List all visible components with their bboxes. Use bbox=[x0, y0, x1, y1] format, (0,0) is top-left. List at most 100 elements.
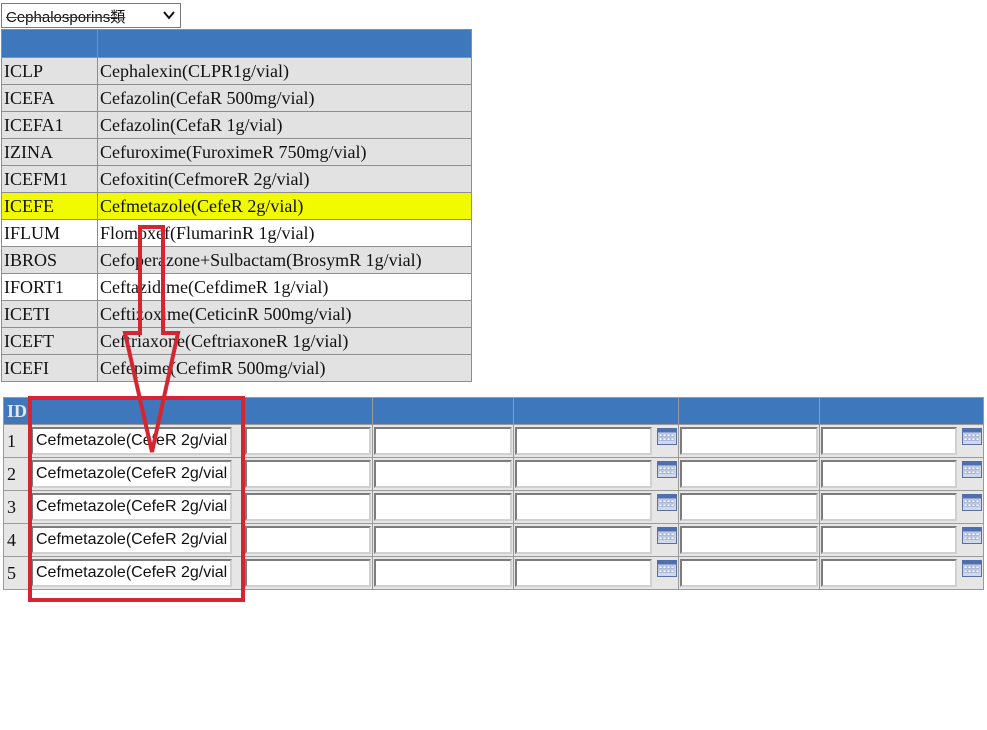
drug-row[interactable]: ICETI Ceftizoxime(CeticinR 500mg/vial) bbox=[1, 300, 472, 328]
text-input[interactable] bbox=[680, 493, 818, 521]
date-column-header bbox=[819, 397, 984, 425]
drug-name: Cefoxitin(CefmoreR 2g/vial) bbox=[97, 165, 472, 193]
row-id: 5 bbox=[3, 556, 30, 590]
text-input[interactable] bbox=[374, 493, 512, 521]
text-input[interactable] bbox=[245, 493, 371, 521]
text-input[interactable] bbox=[374, 526, 512, 554]
text-input[interactable] bbox=[680, 427, 818, 455]
drug-name-input[interactable] bbox=[31, 427, 232, 455]
grid-row: 1 bbox=[3, 424, 984, 458]
calendar-icon[interactable] bbox=[961, 560, 982, 577]
grid-row: 4 bbox=[3, 523, 984, 557]
text-input[interactable] bbox=[245, 427, 371, 455]
date-input[interactable] bbox=[515, 460, 652, 488]
date-input[interactable] bbox=[821, 460, 957, 488]
calendar-icon[interactable] bbox=[656, 560, 677, 577]
drug-cell bbox=[29, 556, 244, 590]
date-input[interactable] bbox=[515, 493, 652, 521]
drug-row[interactable]: ICEFA Cefazolin(CefaR 500mg/vial) bbox=[1, 84, 472, 112]
date-cell bbox=[819, 424, 984, 458]
drug-name-input[interactable] bbox=[31, 526, 232, 554]
drug-name-input[interactable] bbox=[31, 460, 232, 488]
drug-code: IFLUM bbox=[1, 219, 98, 247]
date-input[interactable] bbox=[515, 526, 652, 554]
drug-code: ICEFM1 bbox=[1, 165, 98, 193]
date-input[interactable] bbox=[821, 493, 957, 521]
calendar-icon[interactable] bbox=[656, 461, 677, 478]
text-input[interactable] bbox=[245, 526, 371, 554]
calendar-icon[interactable] bbox=[961, 461, 982, 478]
grid-column-header bbox=[678, 397, 820, 425]
text-input[interactable] bbox=[374, 427, 512, 455]
drug-row[interactable]: IFLUM Flomoxef(FlumarinR 1g/vial) bbox=[1, 219, 472, 247]
drug-code: ICEFA bbox=[1, 84, 98, 112]
calendar-icon[interactable] bbox=[961, 494, 982, 511]
grid-cell bbox=[372, 490, 514, 524]
grid-row: 3 bbox=[3, 490, 984, 524]
date-cell bbox=[819, 556, 984, 590]
calendar-icon[interactable] bbox=[656, 428, 677, 445]
drug-name: Ceftriaxone(CeftriaxoneR 1g/vial) bbox=[97, 327, 472, 355]
row-id: 2 bbox=[3, 457, 30, 491]
date-input[interactable] bbox=[821, 559, 957, 587]
date-input[interactable] bbox=[515, 559, 652, 587]
drug-cell bbox=[29, 490, 244, 524]
drug-row[interactable]: ICLP Cephalexin(CLPR1g/vial) bbox=[1, 57, 472, 85]
date-input[interactable] bbox=[821, 427, 957, 455]
drug-code: ICEFA1 bbox=[1, 111, 98, 139]
drug-name: Cephalexin(CLPR1g/vial) bbox=[97, 57, 472, 85]
drug-list-table: ICLP Cephalexin(CLPR1g/vial) ICEFA Cefaz… bbox=[1, 29, 472, 382]
drug-name: Cefmetazole(CefeR 2g/vial) bbox=[97, 192, 472, 220]
calendar-icon[interactable] bbox=[961, 428, 982, 445]
date-input[interactable] bbox=[515, 427, 652, 455]
drug-row[interactable]: ICEFA1 Cefazolin(CefaR 1g/vial) bbox=[1, 111, 472, 139]
drug-column-header bbox=[29, 397, 244, 425]
drug-row[interactable]: IBROS Cefoperazone+Sulbactam(BrosymR 1g/… bbox=[1, 246, 472, 274]
date-cell bbox=[513, 457, 679, 491]
category-select-value: Cephalosporins類 bbox=[6, 9, 126, 26]
drug-name: Ceftazidime(CefdimeR 1g/vial) bbox=[97, 273, 472, 301]
text-input[interactable] bbox=[374, 559, 512, 587]
drug-name-input[interactable] bbox=[31, 559, 232, 587]
drug-code: ICEFT bbox=[1, 327, 98, 355]
grid-cell bbox=[372, 457, 514, 491]
drug-row[interactable]: ICEFI Cefepime(CefimR 500mg/vial) bbox=[1, 354, 472, 382]
calendar-icon[interactable] bbox=[656, 494, 677, 511]
date-cell bbox=[513, 523, 679, 557]
drug-row-selected[interactable]: ICEFE Cefmetazole(CefeR 2g/vial) bbox=[1, 192, 472, 220]
date-input[interactable] bbox=[821, 526, 957, 554]
date-cell bbox=[513, 424, 679, 458]
text-input[interactable] bbox=[245, 460, 371, 488]
drug-row[interactable]: ICEFT Ceftriaxone(CeftriaxoneR 1g/vial) bbox=[1, 327, 472, 355]
drug-row[interactable]: IZINA Cefuroxime(FuroximeR 750mg/vial) bbox=[1, 138, 472, 166]
calendar-icon[interactable] bbox=[656, 527, 677, 544]
calendar-icon[interactable] bbox=[961, 527, 982, 544]
grid-cell bbox=[678, 457, 820, 491]
drug-row[interactable]: IFORT1 Ceftazidime(CefdimeR 1g/vial) bbox=[1, 273, 472, 301]
entry-grid: ID 1 2 3 4 5 bbox=[3, 397, 984, 590]
category-select[interactable]: Cephalosporins類 bbox=[1, 3, 181, 28]
text-input[interactable] bbox=[374, 460, 512, 488]
grid-cell bbox=[243, 490, 373, 524]
text-input[interactable] bbox=[680, 460, 818, 488]
grid-row: 2 bbox=[3, 457, 984, 491]
drug-name: Cefoperazone+Sulbactam(BrosymR 1g/vial) bbox=[97, 246, 472, 274]
date-cell bbox=[513, 490, 679, 524]
grid-cell bbox=[678, 490, 820, 524]
grid-cell bbox=[372, 556, 514, 590]
drug-code: IBROS bbox=[1, 246, 98, 274]
drug-name-input[interactable] bbox=[31, 493, 232, 521]
drug-row[interactable]: ICEFM1 Cefoxitin(CefmoreR 2g/vial) bbox=[1, 165, 472, 193]
grid-cell bbox=[372, 523, 514, 557]
text-input[interactable] bbox=[680, 526, 818, 554]
drug-name: Cefazolin(CefaR 1g/vial) bbox=[97, 111, 472, 139]
drug-cell bbox=[29, 457, 244, 491]
grid-cell bbox=[678, 424, 820, 458]
text-input[interactable] bbox=[245, 559, 371, 587]
date-cell bbox=[819, 490, 984, 524]
drug-name: Cefuroxime(FuroximeR 750mg/vial) bbox=[97, 138, 472, 166]
date-cell bbox=[819, 457, 984, 491]
text-input[interactable] bbox=[680, 559, 818, 587]
grid-row: 5 bbox=[3, 556, 984, 590]
row-id: 4 bbox=[3, 523, 30, 557]
